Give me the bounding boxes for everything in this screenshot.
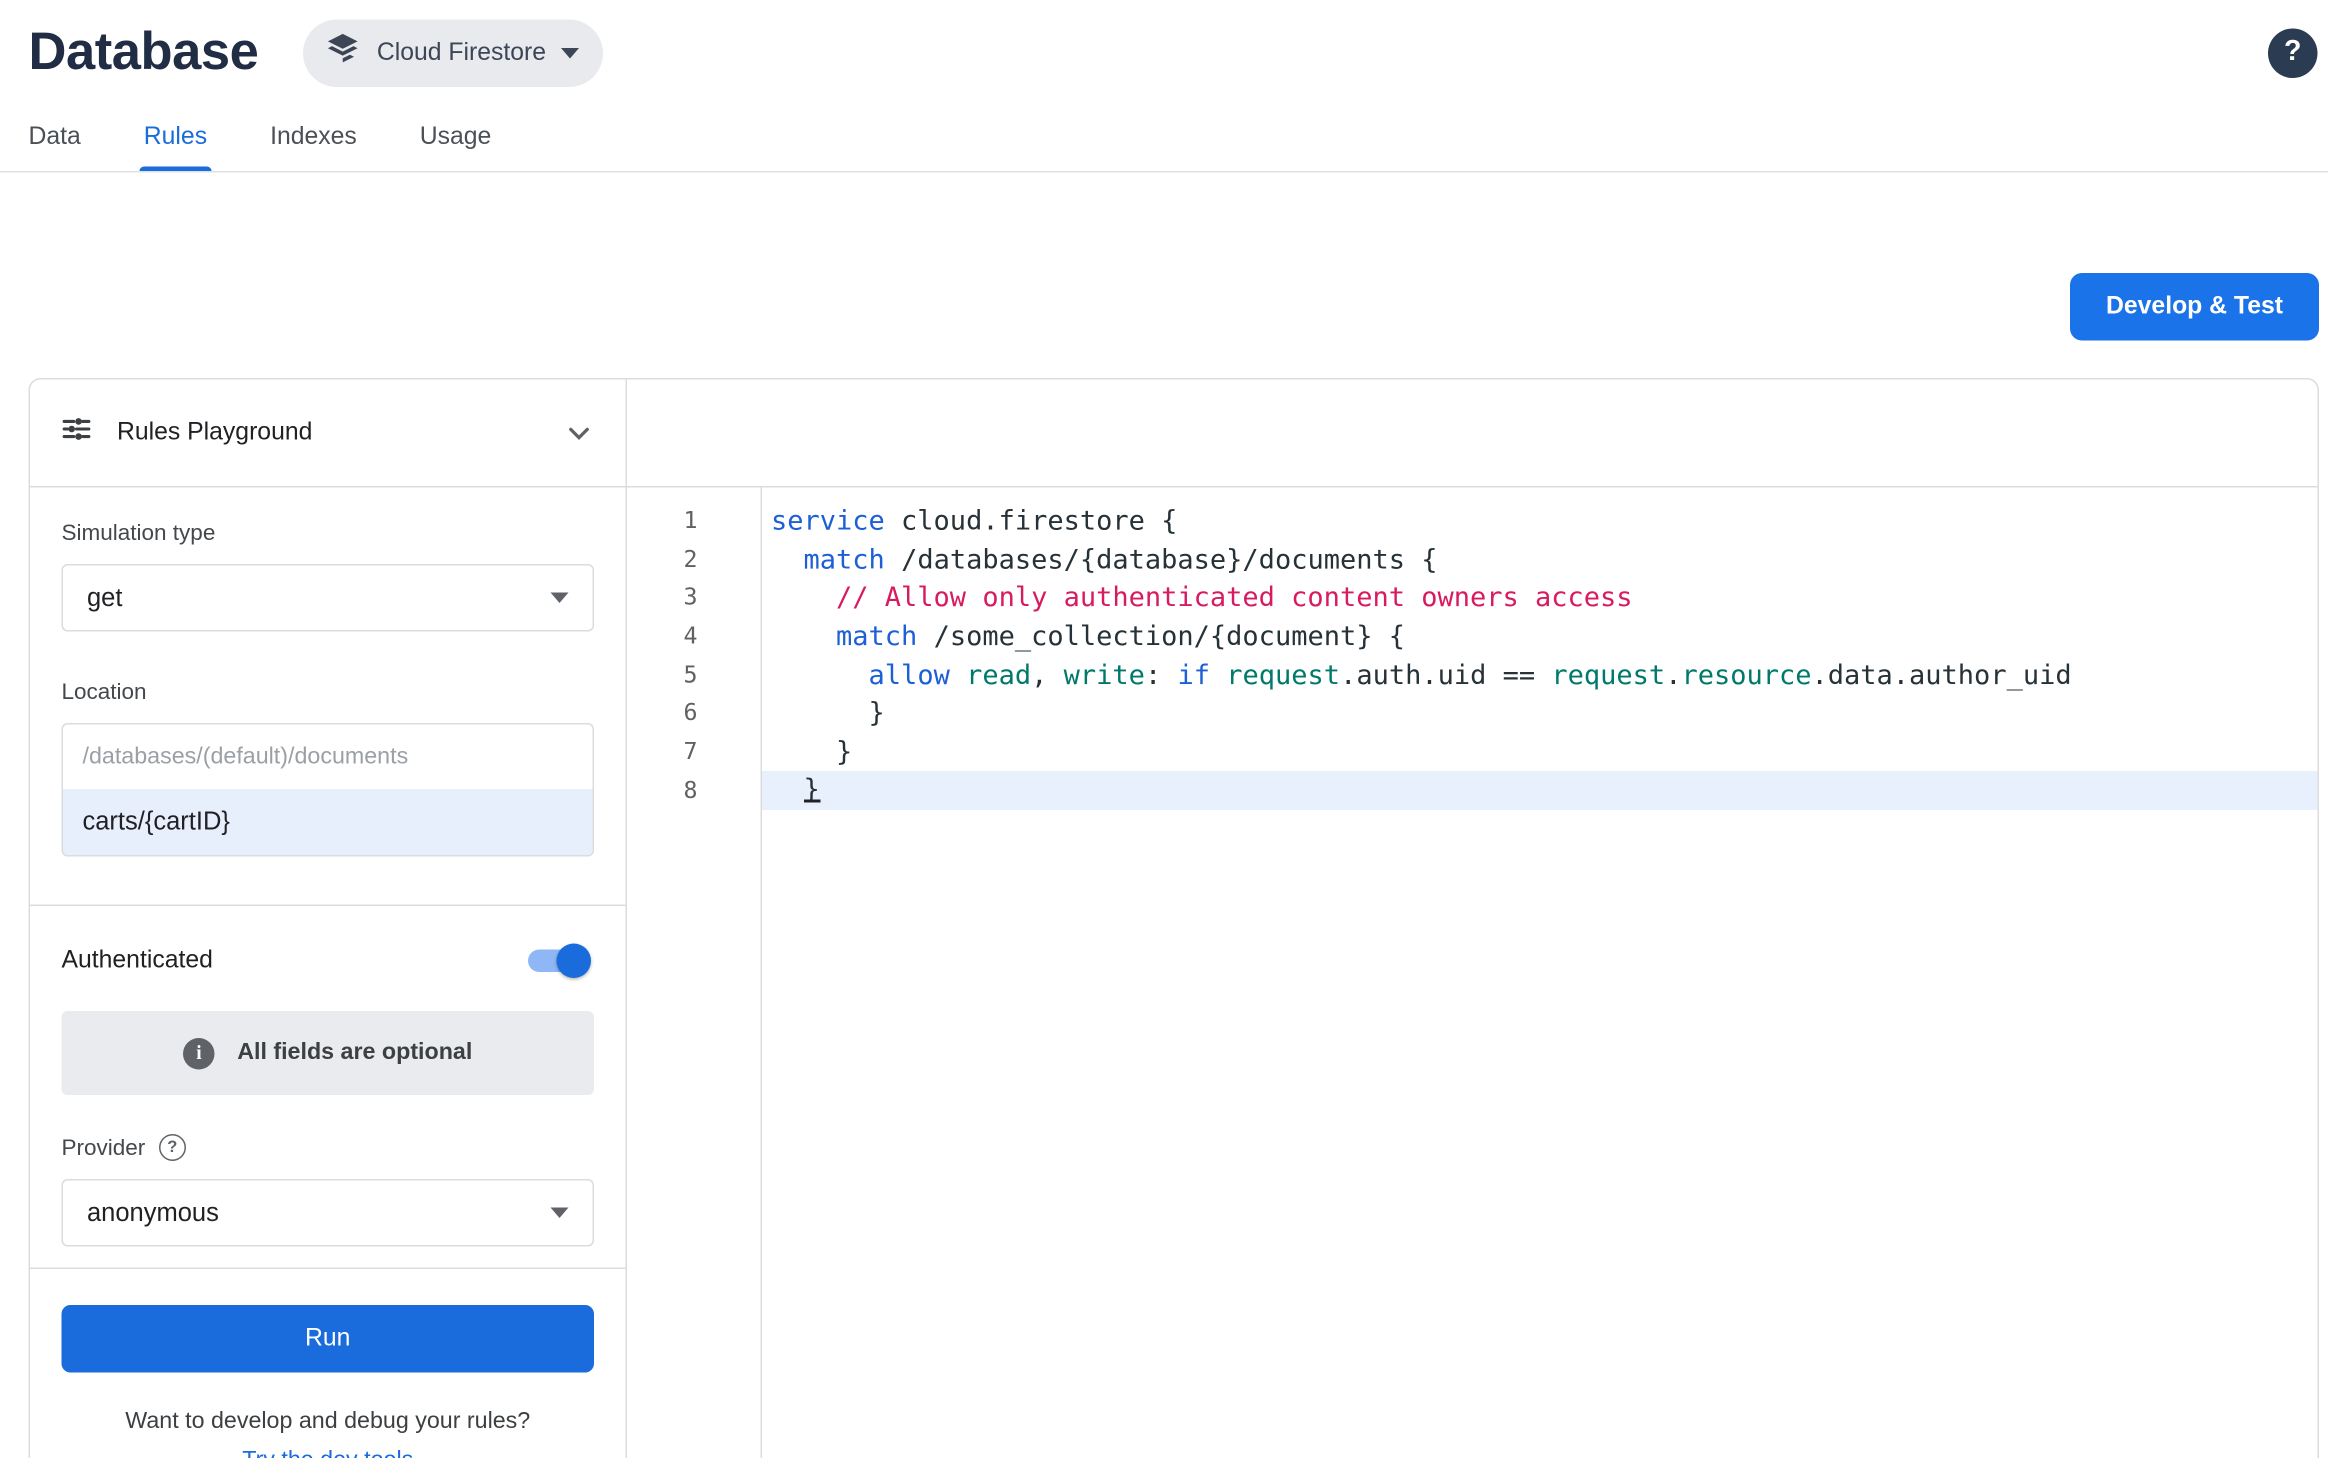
code-line-6[interactable]: } — [762, 695, 2318, 733]
location-input[interactable]: carts/{cartID} — [63, 789, 593, 855]
code-line-8[interactable]: } — [762, 772, 2318, 810]
playground-header: Rules Playground — [30, 380, 626, 488]
divider — [30, 1268, 626, 1270]
dropdown-arrow-icon — [551, 1208, 569, 1219]
editor-code[interactable]: service cloud.firestore { match /databas… — [762, 488, 2318, 1459]
info-banner-text: All fields are optional — [237, 1040, 472, 1067]
simulation-type-value: get — [87, 583, 122, 613]
firestore-icon — [324, 30, 362, 75]
editor-area: 12345678 service cloud.firestore { match… — [627, 488, 2318, 1459]
rules-editor: 12345678 service cloud.firestore { match… — [627, 380, 2318, 1459]
toggle-knob — [557, 944, 592, 979]
database-selector-label: Cloud Firestore — [377, 38, 546, 67]
provider-help-icon[interactable]: ? — [159, 1134, 186, 1161]
provider-value: anonymous — [87, 1198, 219, 1228]
dev-tools-link[interactable]: Try the dev tools — [62, 1448, 595, 1459]
location-label: Location — [62, 680, 595, 706]
help-icon[interactable]: ? — [2268, 28, 2318, 78]
rules-card: Rules Playground Simulation type get Loc… — [29, 378, 2320, 1458]
tab-data[interactable]: Data — [29, 111, 81, 171]
develop-and-test-button[interactable]: Develop & Test — [2070, 273, 2319, 341]
code-line-5[interactable]: allow read, write: if request.auth.uid =… — [762, 656, 2318, 694]
code-line-7[interactable]: } — [762, 733, 2318, 771]
provider-label: Provider — [62, 1135, 146, 1161]
tab-rules[interactable]: Rules — [144, 111, 207, 171]
simulation-type-select[interactable]: get — [62, 564, 595, 632]
dev-tools-hint: Want to develop and debug your rules? — [62, 1409, 595, 1436]
location-placeholder: /databases/(default)/documents — [63, 725, 593, 790]
collapse-chevron-icon[interactable] — [563, 416, 596, 449]
firebase-console: Database Cloud Firestore ? Data Rules In… — [0, 0, 2328, 1472]
provider-row: Provider ? — [62, 1134, 595, 1161]
provider-select[interactable]: anonymous — [62, 1179, 595, 1247]
editor-gutter: 12345678 — [627, 488, 762, 1459]
page-header: Database Cloud Firestore ? — [0, 0, 2328, 87]
run-button[interactable]: Run — [62, 1305, 595, 1373]
code-line-4[interactable]: match /some_collection/{document} { — [762, 618, 2318, 656]
divider — [30, 905, 626, 907]
tab-usage[interactable]: Usage — [420, 111, 492, 171]
location-field: /databases/(default)/documents carts/{ca… — [62, 723, 595, 857]
simulation-type-label: Simulation type — [62, 521, 595, 547]
code-line-1[interactable]: service cloud.firestore { — [762, 503, 2318, 541]
rules-playground-panel: Rules Playground Simulation type get Loc… — [30, 380, 627, 1459]
database-selector[interactable]: Cloud Firestore — [303, 19, 603, 87]
chevron-down-icon — [561, 47, 579, 58]
tab-bar: Data Rules Indexes Usage — [0, 111, 2328, 173]
authenticated-toggle[interactable] — [528, 950, 585, 973]
info-banner: i All fields are optional — [62, 1011, 595, 1095]
authenticated-label: Authenticated — [62, 947, 213, 976]
info-icon: i — [183, 1037, 215, 1069]
tune-icon — [60, 413, 93, 454]
actions-row: Develop & Test — [0, 273, 2328, 341]
page-title: Database — [29, 23, 259, 83]
editor-toolbar — [627, 380, 2318, 488]
playground-title: Rules Playground — [117, 419, 312, 448]
code-line-3[interactable]: // Allow only authenticated content owne… — [762, 579, 2318, 617]
authenticated-row: Authenticated — [62, 947, 595, 976]
text-cursor — [803, 799, 820, 803]
dropdown-arrow-icon — [551, 593, 569, 604]
playground-body: Simulation type get Location /databases/… — [30, 488, 626, 1459]
tab-indexes[interactable]: Indexes — [270, 111, 357, 171]
code-line-2[interactable]: match /databases/{database}/documents { — [762, 541, 2318, 579]
